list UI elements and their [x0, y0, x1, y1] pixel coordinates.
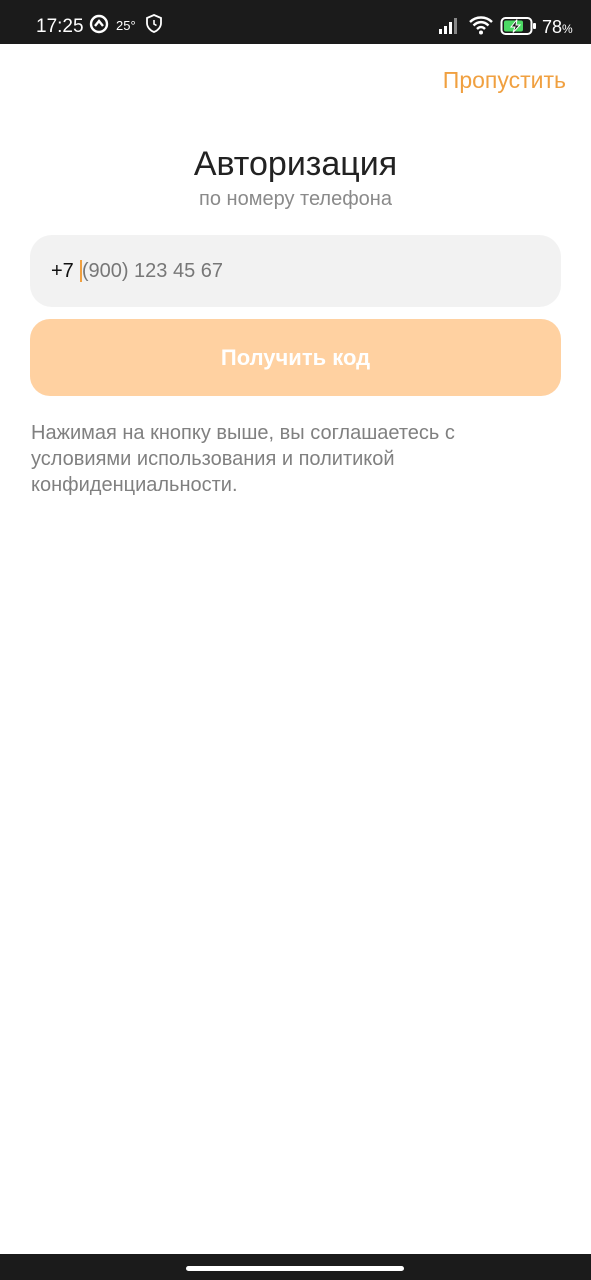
- phone-placeholder: (900) 123 45 67: [81, 259, 224, 282]
- consent-text: Нажимая на кнопку выше, вы соглашаетесь …: [31, 422, 455, 496]
- battery-charging-icon: [500, 16, 538, 41]
- status-temperature: 25°: [116, 18, 136, 33]
- app-icon: [89, 14, 109, 39]
- home-indicator[interactable]: [186, 1266, 404, 1271]
- get-code-button[interactable]: Получить код: [30, 319, 561, 396]
- status-time: 17:25: [36, 16, 84, 37]
- skip-button[interactable]: Пропустить: [443, 66, 566, 94]
- page-subtitle: по номеру телефона: [199, 188, 392, 210]
- get-code-button-label: Получить код: [220, 344, 371, 370]
- shield-icon: [146, 14, 162, 38]
- system-nav-bar: [0, 1254, 591, 1280]
- signal-icon: [438, 17, 460, 39]
- page-title: Авторизация: [193, 145, 398, 183]
- phone-input[interactable]: +7 (900) 123 45 67: [30, 235, 561, 307]
- phone-country-code: +7: [51, 259, 74, 282]
- battery-percent: 78%: [542, 17, 573, 37]
- wifi-icon: [469, 16, 493, 40]
- status-bar: 17:25 25° 78%: [0, 0, 591, 44]
